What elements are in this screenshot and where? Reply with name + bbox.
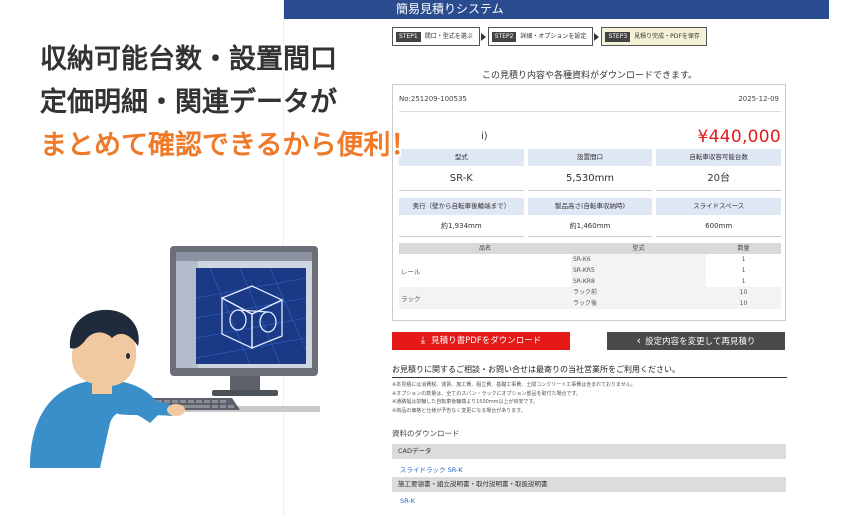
- parts-header-model: 型式: [632, 245, 645, 252]
- note-line: ※オプションの数量は、全てのスパン・ラックにオプション部品を取付た場合です。: [392, 390, 581, 397]
- parts-header-name: 品名: [478, 245, 491, 252]
- spec-header: スライドスペース: [656, 198, 782, 215]
- spec-cell: 製品高さ(自転車収納時) 約1,460mm: [527, 198, 653, 237]
- re-estimate-button[interactable]: ‹ 設定内容を変更して再見積り: [607, 332, 785, 350]
- spec-header: 設置間口: [527, 149, 653, 166]
- spec-cell: 奥行（壁から自転車後輪端まで） 約1,934mm: [399, 198, 524, 237]
- note-line: ※本見積には消費税、運賃、施工費、組立費、基礎工事費、土間コンクリート工事費は含…: [392, 382, 636, 388]
- spec-value: 約1,934mm: [399, 215, 524, 237]
- headline-line-2: 定価明細・関連データが: [40, 87, 337, 118]
- contact-message: お見積りに関するご相談・お問い合せは最寄りの当社営業所をご利用ください。: [392, 364, 787, 378]
- table-row: ラック前 10: [399, 287, 781, 298]
- part-qty: 1: [741, 278, 746, 285]
- spec-table-1: 型式 SR-K 設置間口 5,530mm 自転車収容可能台数 20台: [399, 149, 782, 191]
- table-row: ラック後 10: [399, 298, 781, 309]
- cad-worker-illustration: [30, 246, 320, 468]
- part-model: SR-KR5: [571, 265, 706, 276]
- part-qty: 10: [739, 289, 748, 296]
- table-row: SR-KR8 1: [399, 276, 781, 287]
- step-indicator: STEP1 間口・型式を選ぶ STEP2 詳細・オプションを設定 STEP3 見…: [392, 27, 707, 46]
- spec-header: 型式: [399, 149, 524, 166]
- spec-cell: 型式 SR-K: [399, 149, 524, 191]
- part-model: ラック後: [571, 298, 706, 309]
- part-model: SR-K6: [571, 254, 706, 265]
- arrow-right-icon: [594, 33, 600, 41]
- download-icon: ⤓: [420, 335, 426, 346]
- spec-value: 600mm: [656, 215, 782, 237]
- spec-value: SR-K: [399, 166, 524, 191]
- part-qty: 10: [739, 300, 748, 307]
- spec-header: 自転車収容可能台数: [656, 149, 782, 166]
- spec-cell: 自転車収容可能台数 20台: [656, 149, 782, 191]
- headline-line-3: まとめて確認できるから便利！: [40, 130, 418, 161]
- table-row: SR-K6 1: [399, 254, 781, 265]
- chevron-left-icon: ‹: [636, 334, 642, 347]
- part-model: ラック前: [571, 287, 706, 298]
- spec-value: 約1,460mm: [527, 215, 653, 237]
- step-3-label: 見積り完成・PDFを保存: [634, 33, 700, 40]
- download-link-manuals[interactable]: SR-K: [400, 497, 415, 505]
- parts-header-row: 品名 型式 数量: [399, 243, 781, 254]
- spec-value: 5,530mm: [527, 166, 653, 191]
- headline-line-1: 収納可能台数・設置間口: [40, 44, 337, 75]
- re-estimate-label: 設定内容を変更して再見積り: [645, 337, 756, 347]
- arrow-right-icon: [480, 33, 486, 41]
- parts-table: 品名 型式 数量 レール SR-K6 1 SR-KR5 1 SR-KR8 1 ラック …: [399, 243, 781, 309]
- parts-header-qty: 数量: [737, 245, 750, 252]
- step-3[interactable]: STEP3 見積り完成・PDFを保存: [601, 27, 707, 46]
- spec-cell: 設置間口 5,530mm: [527, 149, 653, 191]
- quote-label-fragment: i): [481, 131, 488, 142]
- spec-cell: スライドスペース 600mm: [656, 198, 782, 237]
- step-1-label: 間口・型式を選ぶ: [424, 33, 473, 40]
- note-line: ※通路幅は前輪した自転車後輪端より1500mm以上が目安です。: [392, 399, 539, 405]
- part-model: SR-KR8: [571, 276, 706, 287]
- system-header: 簡易見積りシステム: [284, 0, 829, 19]
- quote-price: ¥440,000: [697, 127, 781, 147]
- step-2-label: 詳細・オプションを設定: [520, 33, 587, 40]
- quote-box: No:251209-100535 2025-12-09 i) ¥440,000 …: [392, 84, 786, 321]
- parts-group-rack: ラック ラック前 10 ラック後 10: [399, 287, 781, 309]
- quote-date: 2025-12-09: [738, 95, 779, 103]
- parts-group-rail: レール SR-K6 1 SR-KR5 1 SR-KR8 1: [399, 254, 781, 287]
- download-pdf-label: 見積り書PDFをダウンロード: [431, 336, 542, 346]
- download-section-cad: CADデータ: [392, 444, 786, 459]
- spec-value: 20台: [656, 166, 782, 191]
- downloads-title: 資料のダウンロード: [392, 429, 460, 438]
- note-line: ※商品の価格と仕様が予告なく変更になる場合があります。: [392, 407, 526, 414]
- step-2-number: STEP2: [491, 31, 517, 42]
- divider: [399, 111, 781, 112]
- table-row: SR-KR5 1: [399, 265, 781, 276]
- parts-group-label: レール: [401, 268, 421, 276]
- part-qty: 1: [741, 267, 746, 274]
- step-2[interactable]: STEP2 詳細・オプションを設定: [487, 27, 600, 46]
- parts-group-label: ラック: [401, 295, 421, 303]
- spec-table-2: 奥行（壁から自転車後輪端まで） 約1,934mm 製品高さ(自転車収納時) 約1…: [399, 198, 782, 237]
- stage: 簡易見積りシステム STEP1 間口・型式を選ぶ STEP2 詳細・オプションを…: [0, 0, 850, 515]
- notes: ※本見積には消費税、運賃、施工費、組立費、基礎工事費、土間コンクリート工事費は含…: [392, 381, 787, 415]
- download-pdf-button[interactable]: ⤓ 見積り書PDFをダウンロード: [392, 332, 570, 350]
- monitor-icon: [170, 246, 318, 396]
- spec-header: 奥行（壁から自転車後輪端まで）: [399, 198, 524, 215]
- step-3-number: STEP3: [605, 31, 631, 42]
- download-section-manuals: 施工要領書・組立説明書・取付説明書・取扱説明書: [392, 477, 786, 492]
- download-link-cad[interactable]: スライドラック SR-K: [400, 464, 463, 474]
- promo-headline: 収納可能台数・設置間口 定価明細・関連データが まとめて確認できるから便利！: [40, 38, 417, 167]
- spec-header: 製品高さ(自転車収納時): [527, 198, 653, 215]
- person-icon: [30, 309, 185, 468]
- part-qty: 1: [741, 256, 746, 263]
- download-note: この見積り内容や各種資料がダウンロードできます。: [481, 71, 698, 81]
